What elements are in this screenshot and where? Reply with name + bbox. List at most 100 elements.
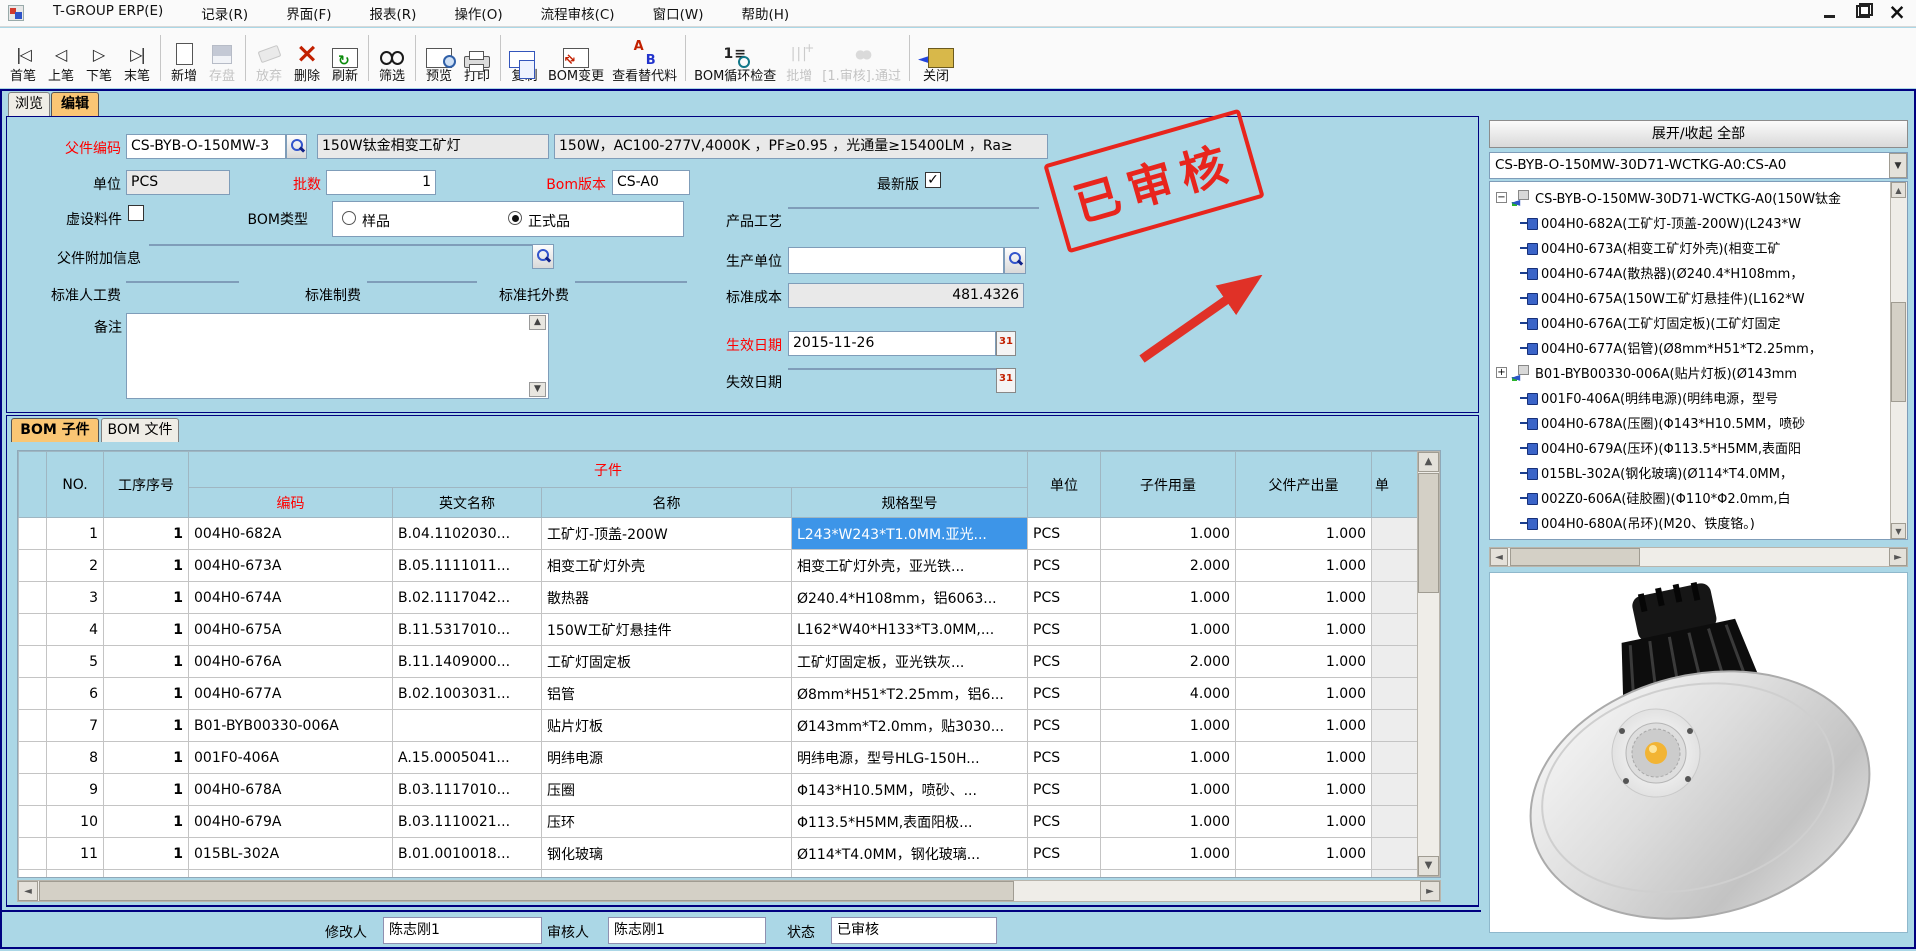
table-row[interactable]: 2 1 004H0-673A B.05.1111011... 相变工矿灯外壳 相… [19,550,1418,582]
cell-seq[interactable]: 1 [104,838,189,870]
cell-output[interactable]: 1.000 [1236,582,1372,614]
cell-spec[interactable]: Ø143mm*T2.0mm，贴3030... [792,710,1028,742]
cell-unit[interactable]: PCS [1028,582,1101,614]
parent-code-lookup-icon[interactable] [286,134,307,159]
scroll-thumb[interactable] [39,881,1014,901]
cell-name[interactable]: 相变工矿灯外壳 [542,550,792,582]
menu-item[interactable]: 操作(O) [435,0,521,27]
tree-item[interactable]: − + 004H0-678A(压圈)(Φ143*H10.5MM，喷砂 [1490,410,1907,435]
cell-en-name[interactable]: B.03.1117010... [393,774,542,806]
tab-bom-children[interactable]: BOM 子件 [11,418,99,442]
cell-en-name[interactable]: B.11.5317010... [393,614,542,646]
remark-textarea[interactable] [126,313,549,399]
table-row[interactable]: 12 1 002Z0-606A B.12.854... 硅胶圈 Φ110*Φ2.… [19,870,1418,879]
cell-output[interactable]: 1.000 [1236,710,1372,742]
cell-seq[interactable]: 1 [104,742,189,774]
cell-code[interactable]: B01-BYB00330-006A [189,710,393,742]
cell-unit[interactable]: PCS [1028,838,1101,870]
header-name[interactable]: 名称 [542,488,792,518]
cell-en-name[interactable]: B.05.1111011... [393,550,542,582]
cell-name[interactable]: 钢化玻璃 [542,838,792,870]
table-row[interactable]: 4 1 004H0-675A B.11.5317010... 150W工矿灯悬挂… [19,614,1418,646]
toolbar-button[interactable]: 首笔 [4,31,42,85]
effective-date-input[interactable]: 2015-11-26 [788,331,996,356]
toolbar-button[interactable]: 打印 [458,31,496,85]
cell-name[interactable]: 硅胶圈 [542,870,792,879]
cell-spec[interactable]: 工矿灯固定板，亚光铁灰... [792,646,1028,678]
header-unit[interactable]: 单位 [1028,452,1101,518]
cell-seq[interactable]: 1 [104,870,189,879]
header-no[interactable]: NO. [47,452,104,518]
row-selector-cell[interactable] [19,870,47,879]
cell-output[interactable]: 1.000 [1236,646,1372,678]
tree-horizontal-scrollbar[interactable]: ◄ ► [1489,547,1908,567]
toolbar-button[interactable]: [1.审核].通过 [818,31,905,85]
cell-unit[interactable]: PCS [1028,742,1101,774]
scroll-up-icon[interactable]: ▲ [1891,182,1906,198]
row-selector-cell[interactable] [19,806,47,838]
cell-code[interactable]: 004H0-674A [189,582,393,614]
scroll-down-icon[interactable]: ▼ [1891,523,1906,539]
cell-name[interactable]: 贴片灯板 [542,710,792,742]
cell-code[interactable]: 004H0-678A [189,774,393,806]
parent-extra-lookup-icon[interactable] [532,244,554,269]
cell-unit[interactable]: PCS [1028,550,1101,582]
cell-seq[interactable]: 1 [104,678,189,710]
row-selector-cell[interactable] [19,582,47,614]
cell-code[interactable]: 004H0-682A [189,518,393,550]
std-labor-input[interactable] [126,281,239,283]
menu-item[interactable]: T-GROUP ERP(E) [34,0,182,27]
tree-item[interactable]: − + 004H0-674A(散热器)(Ø240.4*H108mm， [1490,260,1907,285]
table-row[interactable]: 7 1 B01-BYB00330-006A 贴片灯板 Ø143mm*T2.0mm… [19,710,1418,742]
row-selector-cell[interactable] [19,550,47,582]
cell-unit[interactable]: PCS [1028,614,1101,646]
cell-output[interactable]: 1.000 [1236,870,1372,879]
cell-seq[interactable]: 1 [104,582,189,614]
tree-item[interactable]: − + 004H0-680A(吊环)(M20、铁度铬。) [1490,510,1907,535]
std-overhead-input[interactable] [367,281,477,283]
table-row[interactable]: 6 1 004H0-677A B.02.1003031... 铝管 Ø8mm*H… [19,678,1418,710]
cell-qty[interactable]: 2.000 [1101,550,1236,582]
table-row[interactable]: 11 1 015BL-302A B.01.0010018... 钢化玻璃 Ø11… [19,838,1418,870]
cell-code[interactable]: 004H0-673A [189,550,393,582]
cell-seq[interactable]: 1 [104,550,189,582]
cell-output[interactable]: 1.000 [1236,550,1372,582]
menu-item[interactable]: 界面(F) [267,0,350,27]
cell-qty[interactable]: 4.000 [1101,678,1236,710]
toolbar-button[interactable]: 存盘 [203,31,241,85]
toolbar-button[interactable]: 放弃 [250,31,288,85]
cell-en-name[interactable]: B.12.854... [393,870,542,879]
cell-name[interactable]: 压圈 [542,774,792,806]
header-qty[interactable]: 子件用量 [1101,452,1236,518]
cell-qty[interactable]: 2.000 [1101,646,1236,678]
cell-en-name[interactable]: B.11.1409000... [393,646,542,678]
header-seq[interactable]: 工序序号 [104,452,189,518]
tree-item[interactable]: − + 004H0-679A(压环)(Φ113.5*H5MM,表面阳 [1490,435,1907,460]
cell-output[interactable]: 1.000 [1236,806,1372,838]
toolbar-button[interactable]: 复制 [505,31,544,85]
cell-qty[interactable]: 2.000 [1101,870,1236,879]
tree-item[interactable]: − + 004H0-677A(铝管)(Ø8mm*H51*T2.25mm， [1490,335,1907,360]
cell-spec[interactable]: Φ113.5*H5MM,表面阳极... [792,806,1028,838]
cell-qty[interactable]: 1.000 [1101,582,1236,614]
cell-seq[interactable]: 1 [104,614,189,646]
tab-bom-files[interactable]: BOM 文件 [101,418,179,442]
cell-name[interactable]: 压环 [542,806,792,838]
cell-output[interactable]: 1.000 [1236,774,1372,806]
toolbar-button[interactable]: 下笔 [80,31,118,85]
cell-unit[interactable]: PCS [1028,518,1101,550]
virtual-part-checkbox[interactable] [128,205,144,221]
toolbar-button[interactable]: BOM变更 [544,31,608,85]
bom-version-dropdown[interactable]: CS-BYB-O-150MW-30D71-WCTKG-A0:CS-A0 [1489,152,1908,179]
cell-name[interactable]: 铝管 [542,678,792,710]
tree-item[interactable]: − + 004H0-676A(工矿灯固定板)(工矿灯固定 [1490,310,1907,335]
cell-name[interactable]: 工矿灯固定板 [542,646,792,678]
cell-output[interactable]: 1.000 [1236,614,1372,646]
cell-code[interactable]: 004H0-679A [189,806,393,838]
scroll-up-icon[interactable]: ▲ [1418,452,1439,472]
toolbar-button[interactable]: 筛选 [373,31,411,85]
cell-unit[interactable]: PCS [1028,806,1101,838]
cell-qty[interactable]: 1.000 [1101,710,1236,742]
production-unit-lookup-icon[interactable] [1004,247,1026,274]
cell-unit[interactable]: PCS [1028,678,1101,710]
